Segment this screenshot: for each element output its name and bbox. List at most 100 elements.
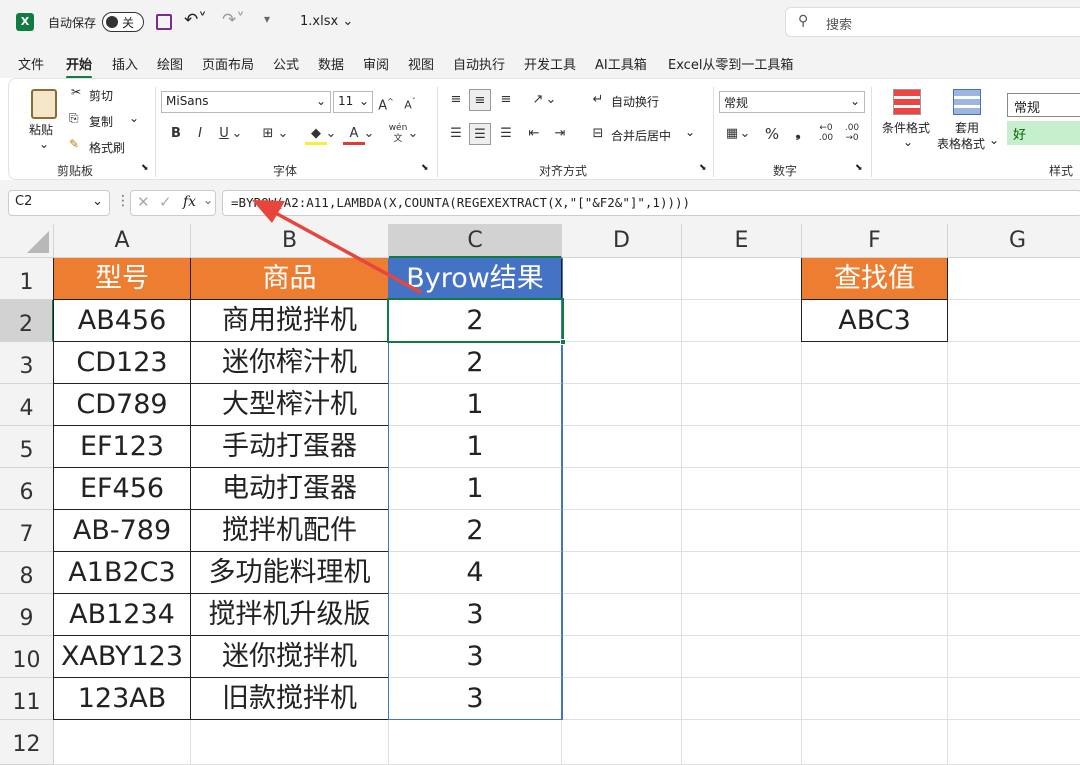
cell-c4[interactable]: 1 [389, 384, 562, 426]
cell-g2[interactable] [948, 300, 1080, 342]
align-center-icon[interactable]: ☰ [469, 123, 491, 145]
cell-a8[interactable]: A1B2C3 [54, 552, 191, 594]
cell-d1[interactable] [562, 258, 682, 300]
cell-g9[interactable] [948, 594, 1080, 636]
cell-a1[interactable]: 型号 [54, 258, 191, 300]
orientation-dropdown-icon[interactable]: ⌄ [545, 89, 557, 111]
copy-dropdown-icon[interactable]: ⌄ [129, 111, 139, 125]
fx-dropdown-icon[interactable]: ⌄ [203, 193, 213, 207]
cell-b3[interactable]: 迷你榨汁机 [191, 342, 389, 384]
cell-a3[interactable]: CD123 [54, 342, 191, 384]
column-header-c[interactable]: C [389, 224, 562, 258]
tab-page-layout[interactable]: 页面布局 [202, 54, 254, 73]
cell-d7[interactable] [562, 510, 682, 552]
redo-icon[interactable]: ↷˅ [222, 10, 245, 30]
underline-dropdown-icon[interactable]: ⌄ [231, 123, 243, 145]
cell-f10[interactable] [802, 636, 948, 678]
copy-icon[interactable]: ⎘ [69, 111, 79, 126]
decrease-font-icon[interactable]: Aˇ [399, 91, 421, 113]
undo-icon[interactable]: ↶˅ [184, 10, 207, 30]
cell-f1[interactable]: 查找值 [802, 258, 948, 300]
row-header-6[interactable]: 6 [0, 468, 54, 510]
phonetic-icon[interactable]: wén 文 [387, 123, 409, 145]
copy-button[interactable]: 复制 [89, 113, 113, 130]
cell-b2[interactable]: 商用搅拌机 [191, 300, 389, 342]
cancel-icon[interactable]: ✕ [137, 193, 150, 211]
cell-a7[interactable]: AB-789 [54, 510, 191, 552]
cell-e4[interactable] [682, 384, 802, 426]
align-bottom-icon[interactable]: ≡ [495, 89, 517, 111]
format-painter-button[interactable]: 格式刷 [89, 139, 125, 156]
format-as-table-label-1[interactable]: 套用 [955, 119, 979, 136]
italic-icon[interactable]: I [189, 123, 211, 145]
cell-c12[interactable] [389, 720, 562, 765]
tab-data[interactable]: 数据 [318, 54, 344, 73]
percent-icon[interactable]: % [761, 123, 783, 145]
cell-b1[interactable]: 商品 [191, 258, 389, 300]
tab-file[interactable]: 文件 [18, 54, 44, 73]
cell-e6[interactable] [682, 468, 802, 510]
cell-c1[interactable]: Byrow结果 [389, 258, 562, 300]
cell-c6[interactable]: 1 [389, 468, 562, 510]
format-as-table-dropdown-icon[interactable]: ⌄ [989, 133, 999, 147]
column-header-g[interactable]: G [948, 224, 1080, 258]
conditional-format-icon[interactable] [893, 89, 921, 115]
column-header-f[interactable]: F [802, 224, 948, 258]
row-header-1[interactable]: 1 [0, 258, 54, 300]
cell-e7[interactable] [682, 510, 802, 552]
cell-b8[interactable]: 多功能料理机 [191, 552, 389, 594]
cell-d2[interactable] [562, 300, 682, 342]
align-top-icon[interactable]: ≡ [445, 89, 467, 111]
cell-b9[interactable]: 搅拌机升级版 [191, 594, 389, 636]
cell-b12[interactable] [191, 720, 389, 765]
cell-b7[interactable]: 搅拌机配件 [191, 510, 389, 552]
row-header-7[interactable]: 7 [0, 510, 54, 552]
customize-icon[interactable]: ▾ [264, 12, 270, 26]
row-header-10[interactable]: 10 [0, 636, 54, 678]
cell-b4[interactable]: 大型榨汁机 [191, 384, 389, 426]
cell-c3[interactable]: 2 [389, 342, 562, 384]
autosave-toggle[interactable]: 关 [102, 12, 144, 32]
paste-button[interactable]: 粘贴 [29, 121, 53, 138]
insert-function-icon[interactable]: fx [183, 194, 196, 210]
search-box[interactable]: ⚲ 搜索 [785, 7, 1080, 37]
row-header-2[interactable]: 2 [0, 300, 54, 342]
number-launcher-icon[interactable]: ⬊ [855, 163, 863, 173]
tab-draw[interactable]: 绘图 [157, 54, 183, 73]
cell-a10[interactable]: XABY123 [54, 636, 191, 678]
cell-e11[interactable] [682, 678, 802, 720]
cell-c7[interactable]: 2 [389, 510, 562, 552]
tab-review[interactable]: 审阅 [363, 54, 389, 73]
cell-f7[interactable] [802, 510, 948, 552]
cell-d8[interactable] [562, 552, 682, 594]
cell-g8[interactable] [948, 552, 1080, 594]
format-as-table-icon[interactable] [953, 89, 981, 115]
cell-e2[interactable] [682, 300, 802, 342]
paste-icon[interactable] [31, 89, 57, 119]
decrease-indent-icon[interactable]: ⇤ [523, 123, 545, 145]
tab-insert[interactable]: 插入 [112, 54, 138, 73]
cell-e8[interactable] [682, 552, 802, 594]
format-as-table-label-2[interactable]: 表格格式 [937, 135, 985, 152]
cell-d3[interactable] [562, 342, 682, 384]
cell-g3[interactable] [948, 342, 1080, 384]
increase-font-icon[interactable]: A^ [375, 91, 397, 113]
cell-c2[interactable]: 2 [389, 300, 562, 342]
cell-a11[interactable]: 123AB [54, 678, 191, 720]
cell-f4[interactable] [802, 384, 948, 426]
decrease-decimal-icon[interactable]: .00 →0 [841, 123, 863, 145]
save-icon[interactable] [156, 14, 172, 30]
column-header-e[interactable]: E [682, 224, 802, 258]
paste-dropdown-icon[interactable]: ⌄ [39, 137, 49, 151]
merge-center-dropdown-icon[interactable]: ⌄ [685, 125, 695, 139]
font-color-dropdown-icon[interactable]: ⌄ [363, 123, 375, 145]
cell-f3[interactable] [802, 342, 948, 384]
number-format-select[interactable]: 常规 ⌄ [719, 91, 865, 113]
cell-d9[interactable] [562, 594, 682, 636]
cell-g11[interactable] [948, 678, 1080, 720]
column-header-b[interactable]: B [191, 224, 389, 258]
bold-icon[interactable]: B [165, 123, 187, 145]
tab-excel-toolbox[interactable]: Excel从零到一工具箱 [668, 54, 793, 73]
row-header-5[interactable]: 5 [0, 426, 54, 468]
cell-d10[interactable] [562, 636, 682, 678]
